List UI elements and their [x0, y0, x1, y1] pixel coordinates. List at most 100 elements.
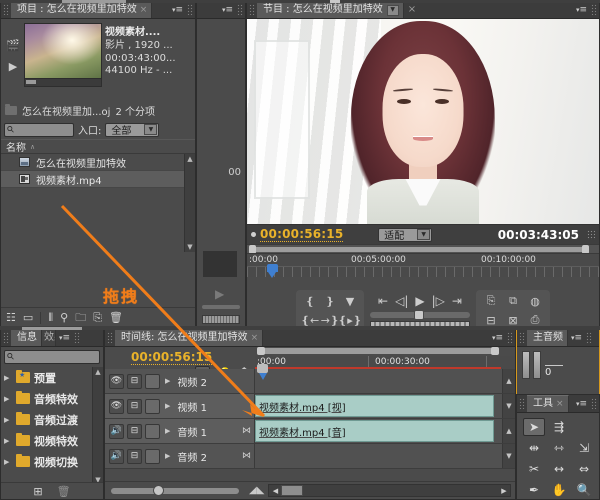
tab-project[interactable]: 项目 : 怎么在视频里加特效 × [11, 1, 153, 18]
track-scroll-up-icon[interactable]: ▲ [502, 369, 515, 393]
track-header[interactable]: 👁 ⊟ ▶ 视频 1 [105, 394, 255, 418]
search-input[interactable]: ⚲ [4, 122, 74, 137]
tools-grip-icon[interactable] [519, 398, 525, 409]
scroll-right-icon[interactable]: ▶ [498, 487, 510, 495]
timeline-zoom-slider[interactable] [111, 484, 239, 496]
scroll-up-icon[interactable]: ▲ [95, 367, 100, 377]
track-lock-icon[interactable] [145, 373, 160, 389]
tab-audio-master[interactable]: 主音频 [527, 329, 568, 346]
sequence-chevron-down-icon[interactable]: ▼ [386, 4, 399, 16]
list-item[interactable]: 视频素材.mp4 [1, 171, 195, 188]
audio-panel-menu-icon[interactable]: ▾ ≡ [568, 329, 584, 346]
ripple-edit-tool[interactable]: ⇹ [523, 439, 545, 457]
preview-scrollbar[interactable] [24, 79, 102, 87]
track-body[interactable]: 视频素材.mp4 [音] [255, 419, 502, 443]
list-item[interactable]: ▶ 预置 [1, 367, 103, 388]
chevron-right-icon[interactable]: ▶ [4, 374, 12, 382]
program-close-icon[interactable]: × [408, 4, 416, 15]
poster-frame-icon[interactable]: 🎬 [6, 39, 20, 52]
timeline-grip-icon[interactable] [107, 332, 113, 343]
program-resize-grip-icon[interactable] [587, 229, 595, 240]
lock-icon[interactable]: ⋈ [242, 426, 251, 436]
track-body[interactable] [255, 444, 502, 468]
effects-grip-icon-right[interactable] [74, 332, 80, 343]
timeline-panel-menu-icon[interactable]: ▾ ≡ [489, 329, 505, 346]
step-back-icon[interactable]: ◁| [395, 292, 408, 309]
chevron-right-icon[interactable]: ▶ [4, 395, 12, 403]
audio-grip-icon-right[interactable] [586, 332, 592, 343]
chevron-right-icon[interactable]: ▶ [165, 402, 170, 410]
scroll-left-icon[interactable]: ◀ [269, 487, 281, 495]
track-lock-icon[interactable] [145, 398, 160, 414]
chevron-right-icon[interactable]: ▶ [165, 452, 170, 460]
track-header[interactable]: 🔊 ⊟ ▶ 音频 1 ⋈ [105, 419, 255, 443]
effects-panel-menu-icon[interactable]: ▾ ≡ [56, 329, 72, 346]
step-back-to-in-icon[interactable]: ⇤ [378, 292, 388, 309]
delete-icon[interactable]: 🗑 [57, 486, 71, 497]
list-view-icon[interactable]: ☷ [6, 312, 16, 323]
track-scroll-down-icon[interactable]: ▼ [502, 444, 515, 468]
panel-divider-strip[interactable] [0, 326, 600, 330]
pen-tool[interactable]: ✒ [523, 481, 545, 499]
timeline-horizontal-scrollbar[interactable]: ◀ ▶ [268, 484, 511, 497]
panel-grip-icon[interactable] [3, 4, 9, 15]
list-item[interactable]: ▶ 音频过渡 [1, 409, 103, 430]
close-icon[interactable]: × [140, 5, 148, 15]
program-grip-icon-right[interactable] [591, 4, 597, 15]
track-body[interactable] [255, 369, 502, 393]
list-item[interactable]: ▶ 音频特效 [1, 388, 103, 409]
tab-timeline[interactable]: 时间线: 怎么在视频里加特效 × [115, 329, 264, 346]
close-icon[interactable]: × [556, 399, 564, 409]
track-body[interactable]: 视频素材.mp4 [视] [255, 394, 502, 418]
shuttle-slider[interactable] [370, 310, 470, 320]
chevron-right-icon[interactable]: ▶ [165, 427, 170, 435]
safe-margins-icon[interactable]: ⧉ [503, 293, 523, 310]
source-panel-grip-icon[interactable] [237, 4, 243, 15]
timeline-playhead-timecode[interactable]: 00:00:56:15 [131, 350, 213, 365]
program-panel-menu-icon[interactable]: ▾ ≡ [573, 1, 589, 18]
program-zoom-scrollbar[interactable] [247, 244, 599, 254]
timeline-zoom-scrollbar[interactable] [257, 347, 499, 355]
rolling-edit-tool[interactable]: ⇿ [548, 439, 570, 457]
play-icon[interactable]: ▶ [415, 292, 424, 309]
program-video-frame[interactable] [247, 19, 599, 224]
find-icon[interactable]: ⚲ [60, 312, 68, 323]
zoom-level-dropdown[interactable]: 适配 ▼ [378, 227, 433, 242]
slide-tool[interactable]: ⇔ [573, 460, 595, 478]
new-custom-bin-icon[interactable]: ⊞ [33, 486, 42, 497]
step-forward-to-out-icon[interactable]: ⇥ [452, 292, 462, 309]
scrollbar-thumb[interactable] [281, 485, 304, 496]
track-header[interactable]: 👁 ⊟ ▶ 视频 2 [105, 369, 255, 393]
source-play-icon[interactable]: ▶ [215, 287, 224, 301]
rate-stretch-tool[interactable]: ⇲ [573, 439, 595, 457]
scroll-down-icon[interactable]: ▼ [187, 242, 192, 252]
tab-info[interactable]: 信息 [11, 329, 42, 346]
track-header[interactable]: 🔊 ⊟ ▶ 音频 2 ⋈ [105, 444, 255, 468]
program-playhead-timecode[interactable]: 00:00:56:15 [260, 227, 344, 242]
list-item[interactable]: ▶ 视频切换 [1, 451, 103, 472]
chevron-right-icon[interactable]: ▶ [4, 437, 12, 445]
chevron-right-icon[interactable]: ▶ [4, 416, 12, 424]
program-playhead[interactable] [267, 264, 278, 278]
effects-search-input[interactable]: ⚲ [4, 350, 100, 364]
audio-speaker-icon[interactable]: 🔊 [109, 423, 124, 439]
tools-grip-icon-right[interactable] [591, 398, 597, 409]
track-lock-icon[interactable] [145, 448, 160, 464]
mark-out-icon[interactable]: ❵ [321, 293, 339, 310]
project-bin-row[interactable]: 怎么在视频里加...oj 2 个分项 [1, 102, 195, 120]
sync-lock-icon[interactable]: ⊟ [127, 423, 142, 439]
tab-effects[interactable]: 效果 [42, 329, 56, 346]
new-bin-icon[interactable]: 🗀 [75, 312, 86, 323]
output-quality-icon[interactable]: ◍ [525, 293, 545, 310]
sync-lock-icon[interactable]: ⊟ [127, 398, 142, 414]
chevron-right-icon[interactable]: ▶ [165, 377, 170, 385]
slip-tool[interactable]: ↔ [548, 460, 570, 478]
chevron-right-icon[interactable]: ▶ [4, 458, 12, 466]
timeline-grip-icon-right[interactable] [507, 332, 513, 343]
lock-icon[interactable]: ⋈ [242, 451, 251, 461]
timeline-playhead[interactable] [257, 364, 268, 386]
panel-menu-icon[interactable]: ▾ ≡ [169, 1, 185, 18]
export-frame-icon[interactable]: ⎘ [481, 293, 501, 310]
timeline-clip[interactable]: 视频素材.mp4 [视] [255, 395, 494, 417]
step-forward-icon[interactable]: |▷ [432, 292, 445, 309]
